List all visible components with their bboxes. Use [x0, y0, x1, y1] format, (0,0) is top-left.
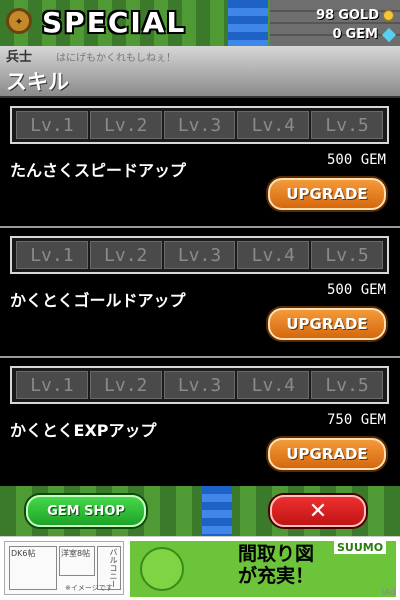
gold-amount: 98 — [316, 8, 335, 23]
level-slot: Lv.1 — [16, 371, 88, 399]
level-slot: Lv.2 — [89, 371, 162, 399]
skill-cost: 750 GEM — [326, 412, 386, 428]
upgrade-button[interactable]: UPGRADE — [268, 438, 386, 470]
level-track: Lv.1 Lv.2 Lv.3 Lv.4 Lv.5 — [10, 106, 389, 144]
level-slot: Lv.3 — [163, 241, 236, 269]
level-slot: Lv.1 — [16, 111, 88, 139]
skill-item-gold-gain: Lv.1 Lv.2 Lv.3 Lv.4 Lv.5 かくとくゴールドアップ 500… — [0, 228, 400, 358]
gold-counter: 98 GOLD — [316, 8, 394, 23]
level-slot: Lv.4 — [237, 111, 310, 139]
skill-name: かくとくゴールドアップ — [10, 291, 186, 310]
level-slot: Lv.3 — [163, 111, 236, 139]
skill-name: たんさくスピードアップ — [10, 161, 187, 180]
skill-cost: 500 GEM — [326, 282, 386, 298]
page-title: SPECIAL — [42, 6, 187, 39]
special-emblem-icon: ✦ — [6, 8, 32, 34]
close-button[interactable]: ✕ — [270, 495, 366, 527]
level-track: Lv.1 Lv.2 Lv.3 Lv.4 Lv.5 — [10, 236, 389, 274]
floor-plan-room: DK6帖 — [9, 546, 57, 590]
ad-brand-logo: SUUMO — [334, 541, 387, 554]
ad-headline: 間取り図 が充実！ — [238, 543, 314, 587]
level-slot: Lv.4 — [237, 371, 310, 399]
upgrade-button[interactable]: UPGRADE — [268, 178, 386, 210]
floor-plan-room: 洋室8帖 — [59, 546, 95, 576]
level-slot: Lv.4 — [237, 241, 310, 269]
ad-headline-line1: 間取り図 — [238, 543, 315, 565]
section-title: スキル — [6, 70, 69, 94]
section-header: 兵士 はにげもかくれもしねぇ！ スキル — [0, 46, 400, 98]
ad-banner[interactable]: DK6帖 洋室8帖 バルコニー ※イメージです 間取り図 が充実！ SUUMO … — [0, 536, 400, 600]
skill-list: Lv.1 Lv.2 Lv.3 Lv.4 Lv.5 たんさくスピードアップ 500… — [0, 98, 400, 486]
background-dialog-text: はにげもかくれもしねぇ！ — [56, 53, 176, 64]
level-slot: Lv.3 — [163, 371, 236, 399]
skill-item-search-speed: Lv.1 Lv.2 Lv.3 Lv.4 Lv.5 たんさくスピードアップ 500… — [0, 98, 400, 228]
ad-mascot-icon — [140, 547, 184, 591]
level-slot: Lv.5 — [311, 241, 383, 269]
ad-disclaimer: ※イメージです — [65, 584, 113, 592]
skill-name: かくとくEXPアップ — [10, 421, 157, 440]
skill-item-exp-gain: Lv.1 Lv.2 Lv.3 Lv.4 Lv.5 かくとくEXPアップ 750 … — [0, 358, 400, 488]
level-slot: Lv.5 — [311, 371, 383, 399]
level-slot: Lv.2 — [89, 111, 162, 139]
level-slot: Lv.2 — [89, 241, 162, 269]
ad-headline-line2: が充実！ — [238, 565, 315, 587]
level-slot: Lv.1 — [16, 241, 88, 269]
header-bar: ✦ SPECIAL 98 GOLD 0 GEM — [0, 0, 400, 46]
floor-plan-image: DK6帖 洋室8帖 バルコニー ※イメージです — [4, 541, 124, 595]
skill-cost: 500 GEM — [326, 152, 386, 168]
upgrade-button[interactable]: UPGRADE — [268, 308, 386, 340]
gem-amount: 0 — [332, 27, 342, 42]
gem-counter: 0 GEM — [332, 27, 397, 42]
gem-diamond-icon — [381, 27, 397, 42]
level-slot: Lv.5 — [311, 111, 383, 139]
water-tile — [202, 486, 232, 536]
gold-label: GOLD — [338, 8, 379, 23]
bottom-bar: GEM SHOP ✕ — [0, 486, 400, 536]
gold-coin-icon — [383, 10, 394, 21]
water-tile — [228, 0, 268, 46]
iad-label: iAd — [381, 588, 396, 598]
gem-label: GEM — [345, 27, 379, 42]
background-speaker-text: 兵士 — [6, 50, 33, 65]
level-track: Lv.1 Lv.2 Lv.3 Lv.4 Lv.5 — [10, 366, 389, 404]
gem-shop-button[interactable]: GEM SHOP — [26, 495, 146, 527]
